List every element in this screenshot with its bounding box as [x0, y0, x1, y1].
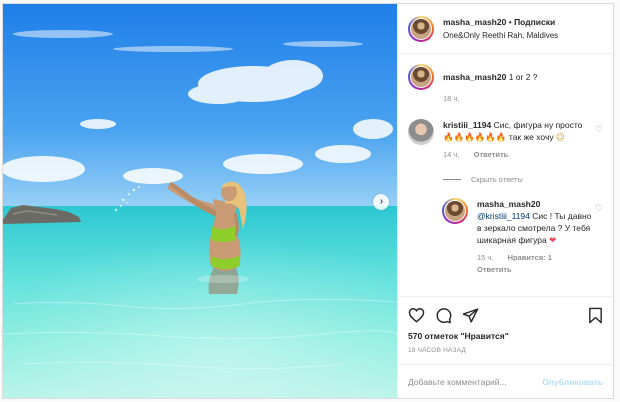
comments-section[interactable]: masha_mash20 1 or 2 ? 18 ч. kristiii_119… — [398, 54, 613, 296]
comment-item: kristiii_1194 Сис, фигура ну просто 🔥🔥🔥🔥… — [408, 119, 603, 161]
bookmark-icon[interactable] — [588, 307, 603, 324]
reply-mention[interactable]: @kristiii_1194 — [477, 211, 530, 221]
caption-username[interactable]: masha_mash20 — [443, 72, 506, 82]
header-separator: • — [508, 16, 512, 27]
share-icon[interactable] — [462, 307, 479, 324]
comment-like-heart-icon[interactable]: ♡ — [595, 119, 603, 161]
reply-avatar[interactable] — [442, 198, 468, 224]
reply-item: masha_mash20 @kristiii_1194 Сис ! Ты дав… — [442, 198, 603, 276]
comment-reply-button[interactable]: Ответить — [474, 150, 509, 159]
caption-time[interactable]: 18 ч. — [443, 93, 538, 105]
caption-avatar[interactable] — [408, 64, 434, 90]
caption-text: 1 or 2 ? — [508, 72, 538, 82]
comment-text: Сис, фигура ну просто — [493, 120, 583, 130]
reply-time[interactable]: 15 ч. — [477, 253, 493, 262]
replies-divider — [443, 179, 461, 180]
author-username[interactable]: masha_mash20 — [443, 17, 506, 27]
hide-replies-label[interactable]: Скрыть ответы — [471, 175, 523, 184]
publish-button[interactable]: Опубликовать — [542, 377, 603, 387]
reply-likes[interactable]: Нравится: 1 — [508, 253, 552, 262]
reply-like-heart-icon[interactable]: ♡ — [595, 198, 603, 276]
wink-emoji-icon: 😉 — [556, 132, 565, 142]
red-heart-emoji-icon: ❤ — [549, 235, 557, 245]
beach-photo — [3, 4, 397, 398]
next-photo-button[interactable]: › — [373, 194, 389, 210]
heart-icon[interactable] — [408, 307, 425, 323]
post-card: › masha_mash20 • Подписки One&Only Reeth… — [2, 3, 614, 399]
fire-emoji-icons: 🔥🔥🔥🔥🔥🔥 — [443, 132, 507, 142]
comment-input[interactable] — [408, 376, 543, 387]
comment-icon[interactable] — [435, 307, 452, 324]
comment-text-end: так же хочу — [508, 132, 554, 142]
post-sidebar: masha_mash20 • Подписки One&Only Reethi … — [397, 4, 613, 398]
post-location[interactable]: One&Only Reethi Rah, Maldives — [443, 29, 558, 42]
post-caption: masha_mash20 1 or 2 ? 18 ч. — [408, 64, 603, 105]
commenter-avatar[interactable] — [408, 119, 434, 145]
following-button[interactable]: Подписки — [514, 17, 555, 27]
likes-count[interactable]: 570 отметок "Нравится" — [408, 331, 603, 341]
post-header: masha_mash20 • Подписки One&Only Reethi … — [398, 4, 613, 54]
author-avatar[interactable] — [408, 15, 434, 42]
reply-reply-button[interactable]: Ответить — [477, 265, 512, 274]
post-photo[interactable]: › — [3, 4, 397, 398]
post-actions: 570 отметок "Нравится" 18 ЧАСОВ НАЗАД — [398, 296, 613, 354]
chevron-right-icon: › — [379, 196, 384, 207]
reply-username[interactable]: masha_mash20 — [477, 199, 540, 209]
comment-username[interactable]: kristiii_1194 — [443, 120, 491, 130]
add-comment-bar: Опубликовать — [398, 364, 613, 398]
post-time[interactable]: 18 ЧАСОВ НАЗАД — [408, 347, 603, 354]
hide-replies-toggle[interactable]: Скрыть ответы — [443, 175, 603, 184]
comment-time[interactable]: 14 ч. — [443, 150, 459, 159]
